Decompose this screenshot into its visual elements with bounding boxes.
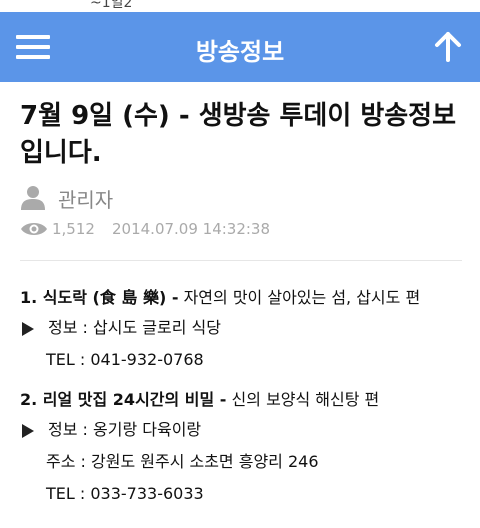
arrow-up-icon — [435, 32, 461, 62]
item-headline-bold: 1. 식도락 (食 島 樂) - — [20, 288, 179, 307]
item-headline-rest: 신의 보양식 해신탕 편 — [226, 390, 380, 409]
item-headline-rest: 자연의 맛이 살아있는 섬, 삽시도 편 — [178, 288, 421, 307]
divider — [20, 260, 462, 261]
item-headline: 2. 리얼 맛집 24시간의 비밀 - 신의 보양식 해신탕 편 — [20, 386, 465, 410]
item-info: 정보 : 삽시도 글로리 식당 — [48, 318, 221, 337]
item-info: 정보 : 옹기랑 다육이랑 — [48, 420, 202, 439]
item-info-row: 정보 : 삽시도 글로리 식당 — [20, 316, 465, 340]
user-icon — [21, 186, 45, 210]
status-bar: ~1일2 — [0, 0, 480, 12]
item-headline-bold: 2. 리얼 맛집 24시간의 비밀 - — [20, 390, 227, 409]
item-address: 주소 : 강원도 원주시 소초면 흥양리 246 — [46, 452, 319, 471]
item-headline: 1. 식도락 (食 島 樂) - 자연의 맛이 살아있는 섬, 삽시도 편 — [20, 284, 465, 308]
triangle-right-icon — [22, 424, 34, 438]
post-title: 7월 9일 (수) - 생방송 투데이 방송정보입니다. — [20, 101, 457, 168]
item-tel: TEL : 033-733-6033 — [46, 484, 204, 503]
eye-icon — [21, 223, 47, 235]
app-bar: 방송정보 — [0, 12, 480, 82]
status-bar-text: ~1일2 — [90, 0, 133, 11]
item-info-row: 정보 : 옹기랑 다육이랑 — [20, 418, 465, 442]
view-count: 1,512 — [52, 220, 95, 238]
post-datetime: 2014.07.09 14:32:38 — [112, 220, 271, 238]
triangle-right-icon — [22, 322, 34, 336]
author-name: 관리자 — [58, 188, 114, 212]
scroll-top-button[interactable] — [432, 30, 464, 64]
page-title: 방송정보 — [195, 38, 285, 66]
list-item: 2. 리얼 맛집 24시간의 비밀 - 신의 보양식 해신탕 편 정보 : 옹기… — [20, 386, 465, 506]
item-tel: TEL : 041-932-0768 — [46, 350, 204, 369]
list-item: 1. 식도락 (食 島 樂) - 자연의 맛이 살아있는 섬, 삽시도 편 정보… — [20, 284, 465, 372]
